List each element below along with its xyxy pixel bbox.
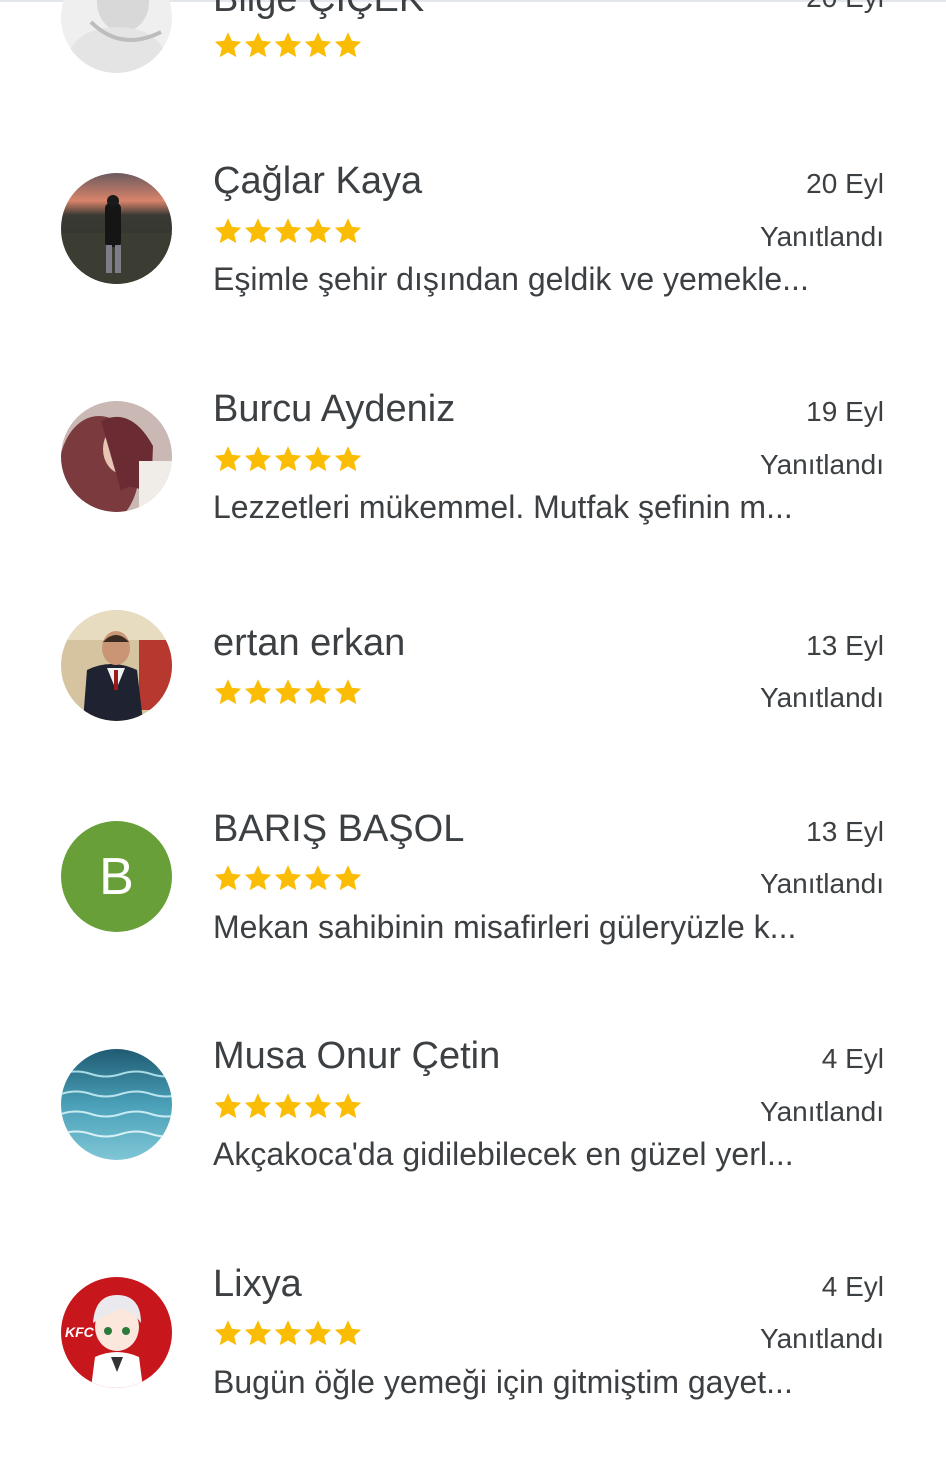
star-icon [274, 32, 302, 58]
star-icon [274, 1320, 302, 1346]
avatar[interactable]: KFC [61, 1277, 172, 1388]
kfc-badge: KFC [65, 1324, 95, 1340]
star-rating [213, 677, 363, 707]
reviewer-name[interactable]: Lixya [213, 1265, 302, 1303]
star-icon [334, 679, 362, 705]
reviewer-name[interactable]: Musa Onur Çetin [213, 1037, 500, 1075]
star-icon [304, 1320, 332, 1346]
star-icon [334, 446, 362, 472]
star-icon [274, 679, 302, 705]
star-icon [214, 446, 242, 472]
review-date: 19 Eyl [806, 396, 884, 427]
star-icon [244, 32, 272, 58]
profile-photo-icon [61, 0, 172, 73]
review-date: 20 Eyl [806, 168, 884, 199]
reviewer-name[interactable]: BARIŞ BAŞOL [213, 810, 464, 848]
avatar-letter: B [99, 847, 134, 906]
review-snippet[interactable]: Eşimle şehir dışından geldik ve yemekle.… [213, 262, 885, 297]
review-date: 13 Eyl [806, 816, 884, 847]
review-date: 20 Eyl [806, 0, 884, 12]
reviewer-name[interactable]: ertan erkan [213, 624, 405, 662]
star-rating [213, 863, 363, 893]
star-icon [334, 1320, 362, 1346]
profile-photo-icon [61, 401, 172, 512]
star-rating [213, 444, 363, 474]
star-icon [304, 218, 332, 244]
review-snippet[interactable]: Lezzetleri mükemmel. Mutfak şefinin m... [213, 490, 885, 525]
reviewer-name[interactable]: Bilge ÇİÇEK [213, 0, 424, 18]
water-photo-icon [61, 1049, 172, 1160]
star-icon [334, 32, 362, 58]
star-icon [244, 1093, 272, 1119]
review-snippet[interactable]: Mekan sahibinin misafirleri güleryüzle k… [213, 910, 885, 945]
star-icon [304, 32, 332, 58]
replied-status: Yanıtlandı [759, 449, 884, 480]
review-snippet[interactable]: Bugün öğle yemeği için gitmiştim gayet..… [213, 1365, 885, 1400]
star-icon [214, 1093, 242, 1119]
avatar[interactable] [61, 610, 172, 721]
review-date: 4 Eyl [821, 1271, 884, 1302]
avatar[interactable] [61, 401, 172, 512]
star-icon [244, 679, 272, 705]
reviewer-name[interactable]: Çağlar Kaya [213, 162, 422, 200]
replied-status: Yanıtlandı [759, 1096, 884, 1127]
reviewer-name[interactable]: Burcu Aydeniz [213, 390, 455, 428]
star-icon [304, 865, 332, 891]
star-icon [334, 218, 362, 244]
avatar[interactable]: B [61, 821, 172, 932]
star-icon [334, 865, 362, 891]
star-icon [304, 446, 332, 472]
review-date: 13 Eyl [806, 630, 884, 661]
star-icon [214, 32, 242, 58]
star-rating [213, 1318, 363, 1348]
star-rating [213, 216, 363, 246]
star-rating [213, 30, 363, 60]
avatar[interactable] [61, 173, 172, 284]
star-icon [334, 1093, 362, 1119]
star-icon [304, 679, 332, 705]
star-icon [304, 1093, 332, 1119]
replied-status: Yanıtlandı [759, 221, 884, 252]
star-icon [214, 1320, 242, 1346]
star-rating [213, 1091, 363, 1121]
replied-status: Yanıtlandı [759, 1323, 884, 1354]
review-snippet[interactable]: Akçakoca'da gidilebilecek en güzel yerl.… [213, 1137, 885, 1172]
star-icon [214, 865, 242, 891]
kfc-character-icon: KFC [61, 1277, 172, 1388]
avatar[interactable] [61, 1049, 172, 1160]
star-icon [274, 218, 302, 244]
star-icon [214, 218, 242, 244]
profile-photo-icon [61, 173, 172, 284]
review-date: 4 Eyl [821, 1043, 884, 1074]
replied-status: Yanıtlandı [759, 682, 884, 713]
avatar[interactable] [61, 0, 172, 73]
replied-status: Yanıtlandı [759, 868, 884, 899]
star-icon [244, 218, 272, 244]
star-icon [244, 446, 272, 472]
star-icon [274, 446, 302, 472]
star-icon [244, 865, 272, 891]
star-icon [244, 1320, 272, 1346]
star-icon [274, 1093, 302, 1119]
star-icon [274, 865, 302, 891]
profile-photo-icon [61, 610, 172, 721]
star-icon [214, 679, 242, 705]
